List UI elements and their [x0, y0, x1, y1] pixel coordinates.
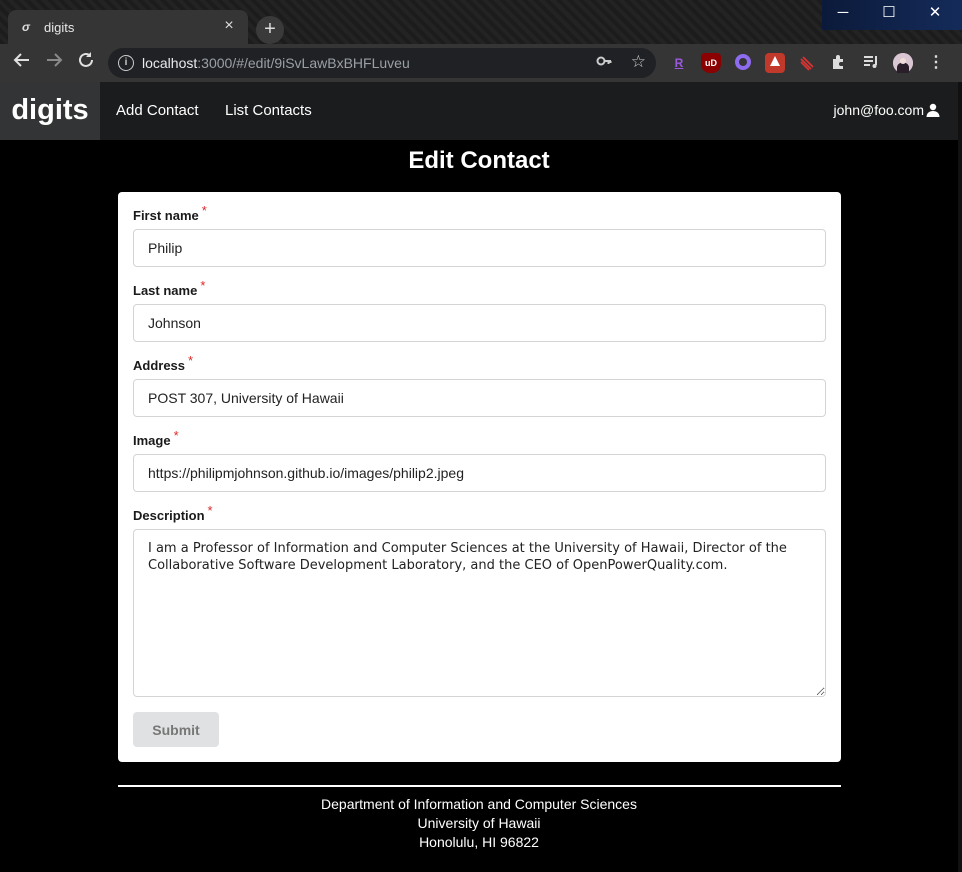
- tab-close-icon[interactable]: ×: [220, 17, 238, 35]
- description-textarea[interactable]: I am a Professor of Information and Comp…: [133, 529, 826, 697]
- footer-divider: [118, 785, 841, 787]
- description-label: Description *: [133, 503, 213, 523]
- extensions-puzzle-icon[interactable]: [829, 53, 849, 73]
- url-text: localhost:3000/#/edit/9iSvLawBxBHFLuveu: [142, 55, 410, 71]
- required-marker: *: [207, 503, 213, 518]
- scrollbar-track[interactable]: [958, 82, 962, 872]
- last-name-input[interactable]: [133, 304, 826, 342]
- app-navbar: digits Add Contact List Contacts john@fo…: [0, 82, 958, 140]
- media-queue-icon[interactable]: [861, 53, 881, 73]
- page-title: Edit Contact: [408, 147, 550, 174]
- footer-city: Honolulu, HI 96822: [419, 834, 539, 850]
- forward-arrow-icon[interactable]: [42, 51, 66, 75]
- back-arrow-icon[interactable]: [10, 51, 34, 75]
- user-menu[interactable]: john@foo.com: [834, 102, 940, 118]
- footer-department: Department of Information and Computer S…: [321, 796, 637, 812]
- ublock-icon[interactable]: uD: [701, 53, 721, 73]
- image-label: Image *: [133, 428, 179, 448]
- address-label: Address *: [133, 353, 194, 373]
- browser-toolbar: i localhost:3000/#/edit/9iSvLawBxBHFLuve…: [0, 44, 962, 82]
- required-marker: *: [188, 353, 194, 368]
- address-input[interactable]: [133, 379, 826, 417]
- browser-menu-icon[interactable]: ⋮: [926, 53, 946, 73]
- browser-titlebar: σ digits × + ─ ☐ ✕: [0, 0, 962, 44]
- minimize-button[interactable]: ─: [820, 0, 866, 28]
- profile-avatar[interactable]: [893, 53, 913, 73]
- nav-add-contact[interactable]: Add Contact: [116, 102, 199, 119]
- nav-list-contacts[interactable]: List Contacts: [225, 102, 312, 119]
- image-url-input[interactable]: [133, 454, 826, 492]
- github-icon[interactable]: [733, 53, 753, 73]
- first-name-label: First name *: [133, 203, 207, 223]
- extension-r-icon[interactable]: R: [669, 53, 689, 73]
- user-icon: [926, 103, 940, 117]
- favicon-icon: σ: [22, 20, 30, 34]
- window-close-button[interactable]: ✕: [912, 0, 958, 28]
- extension-lines-icon[interactable]: [797, 53, 817, 73]
- required-marker: *: [200, 278, 206, 293]
- maximize-button[interactable]: ☐: [866, 0, 912, 28]
- required-marker: *: [173, 428, 179, 443]
- footer-university: University of Hawaii: [417, 815, 541, 831]
- user-email: john@foo.com: [833, 102, 924, 118]
- edit-contact-form: First name* Last name* Address* Image* D…: [118, 192, 841, 762]
- brand-logo[interactable]: digits: [0, 82, 100, 140]
- key-icon[interactable]: [596, 53, 612, 72]
- browser-tab[interactable]: σ digits ×: [8, 10, 248, 44]
- footer: Department of Information and Computer S…: [0, 795, 958, 852]
- required-marker: *: [201, 203, 207, 218]
- last-name-label: Last name *: [133, 278, 206, 298]
- extension-red-icon[interactable]: [765, 53, 785, 73]
- address-bar[interactable]: i localhost:3000/#/edit/9iSvLawBxBHFLuve…: [108, 48, 656, 78]
- first-name-input[interactable]: [133, 229, 826, 267]
- new-tab-button[interactable]: +: [256, 16, 284, 44]
- site-info-icon[interactable]: i: [118, 55, 134, 71]
- bookmark-star-icon[interactable]: ☆: [631, 52, 646, 72]
- reload-icon[interactable]: [74, 51, 98, 75]
- tab-title: digits: [44, 20, 75, 35]
- submit-button[interactable]: Submit: [133, 712, 219, 747]
